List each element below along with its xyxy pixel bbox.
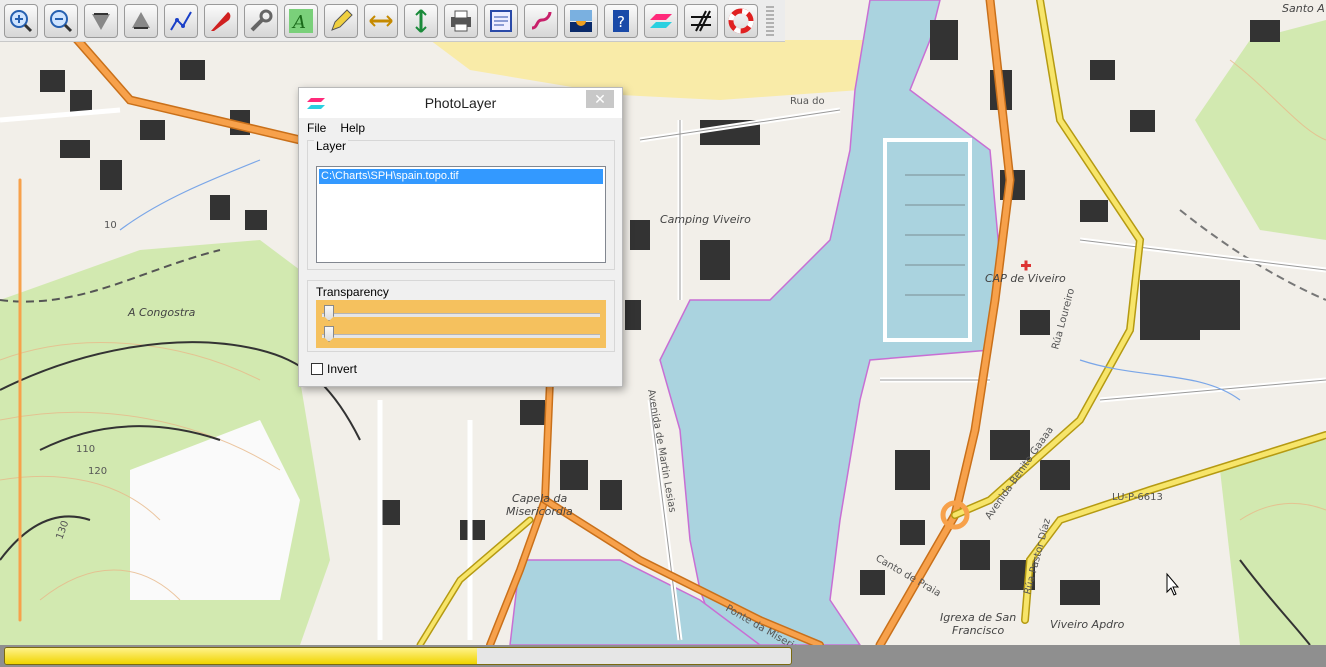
- vector-icon: [691, 10, 711, 31]
- invert-checkbox[interactable]: [311, 363, 323, 375]
- route-button[interactable]: [164, 3, 198, 38]
- layer-group-label: Layer: [314, 139, 349, 153]
- vertical-measure-icon: [415, 8, 427, 33]
- contour-110: 110: [76, 444, 95, 455]
- menu-help[interactable]: Help: [340, 121, 365, 135]
- svg-text:A: A: [291, 12, 306, 33]
- measure-button[interactable]: [364, 3, 398, 38]
- settings-button[interactable]: [244, 3, 278, 38]
- close-button[interactable]: ✕: [586, 90, 614, 108]
- zoom-in-icon: [10, 9, 33, 32]
- wrench-icon: [250, 9, 273, 31]
- measure-icon: [369, 14, 393, 27]
- slider-thumb-2[interactable]: [324, 326, 334, 342]
- photo-button[interactable]: [564, 3, 598, 38]
- transparency-group: Transparency: [307, 280, 615, 352]
- map-canvas[interactable]: Camping Viveiro A Congostra CAP de Vivei…: [0, 0, 1326, 645]
- toolbar: A ?: [0, 0, 785, 42]
- contour-120: 120: [88, 466, 107, 477]
- layer-list[interactable]: C:\Charts\SPH\spain.topo.tif: [316, 166, 606, 263]
- text-icon: A: [289, 8, 313, 33]
- label-santo: Santo A: [1282, 2, 1325, 15]
- vector-button[interactable]: [684, 3, 718, 38]
- invert-row: Invert: [311, 362, 357, 376]
- boat-icon: [211, 11, 231, 31]
- zoom-out-icon: [50, 9, 73, 32]
- tides-down-button[interactable]: [84, 3, 118, 38]
- tides-up-button[interactable]: [124, 3, 158, 38]
- slider-thumb-1[interactable]: [324, 305, 334, 321]
- label-camping: Camping Viveiro: [660, 213, 751, 226]
- text-button[interactable]: A: [284, 3, 318, 38]
- boat-button[interactable]: [204, 3, 238, 38]
- track-icon: [531, 11, 552, 29]
- invert-label: Invert: [327, 362, 358, 376]
- track-button[interactable]: [524, 3, 558, 38]
- label-cap: CAP de Viveiro: [985, 272, 1066, 285]
- progress-bar: [4, 647, 792, 665]
- help-icon: ?: [613, 9, 629, 32]
- label-igrexa-2: Francisco: [952, 624, 1004, 637]
- transparency-group-label: Transparency: [314, 285, 391, 299]
- status-bar: [0, 645, 1326, 667]
- layer-list-item[interactable]: C:\Charts\SPH\spain.topo.tif: [319, 169, 603, 184]
- toolbar-grip[interactable]: [766, 5, 774, 36]
- photo-layer-icon: [570, 9, 592, 32]
- slider-track-2[interactable]: [322, 334, 600, 338]
- contour-10: 10: [104, 220, 117, 231]
- menu-file[interactable]: File: [307, 121, 326, 135]
- label-viveiro-apdro: Viveiro Apdro: [1050, 618, 1125, 631]
- transparency-sliders: [316, 300, 606, 348]
- label-capela: Capela da: [512, 492, 567, 505]
- pencil-icon: [331, 8, 353, 31]
- emergency-button[interactable]: [724, 3, 758, 38]
- photolayer-dialog: PhotoLayer ✕ File Help Layer C:\Charts\S…: [298, 87, 623, 387]
- layer-group: Layer C:\Charts\SPH\spain.topo.tif: [307, 139, 615, 270]
- logbook-icon: [490, 9, 512, 32]
- label-lu: LU-P-6613: [1112, 492, 1163, 503]
- svg-text:?: ?: [617, 13, 625, 31]
- dialog-titlebar[interactable]: PhotoLayer ✕: [299, 88, 622, 118]
- progress-fill: [5, 648, 477, 664]
- vertical-measure-button[interactable]: [404, 3, 438, 38]
- print-icon: [451, 10, 471, 31]
- label-capela-2: Misericordia: [506, 505, 573, 518]
- route-icon: [170, 11, 192, 31]
- dialog-menubar: File Help: [299, 118, 622, 138]
- help-button[interactable]: ?: [604, 3, 638, 38]
- layer-icon: [650, 13, 672, 28]
- tides-up-icon: [132, 11, 150, 29]
- zoom-in-button[interactable]: [4, 3, 38, 38]
- label-rua-do: Rua do: [790, 96, 825, 107]
- layer-button[interactable]: [644, 3, 678, 38]
- pencil-button[interactable]: [324, 3, 358, 38]
- tides-down-icon: [92, 12, 110, 30]
- label-igrexa: Igrexa de San: [940, 611, 1016, 624]
- print-button[interactable]: [444, 3, 478, 38]
- dialog-title: PhotoLayer: [424, 95, 497, 111]
- zoom-out-button[interactable]: [44, 3, 78, 38]
- label-congostra: A Congostra: [127, 306, 196, 319]
- slider-track-1[interactable]: [322, 313, 600, 317]
- logbook-button[interactable]: [484, 3, 518, 38]
- lifebuoy-icon: [728, 8, 754, 33]
